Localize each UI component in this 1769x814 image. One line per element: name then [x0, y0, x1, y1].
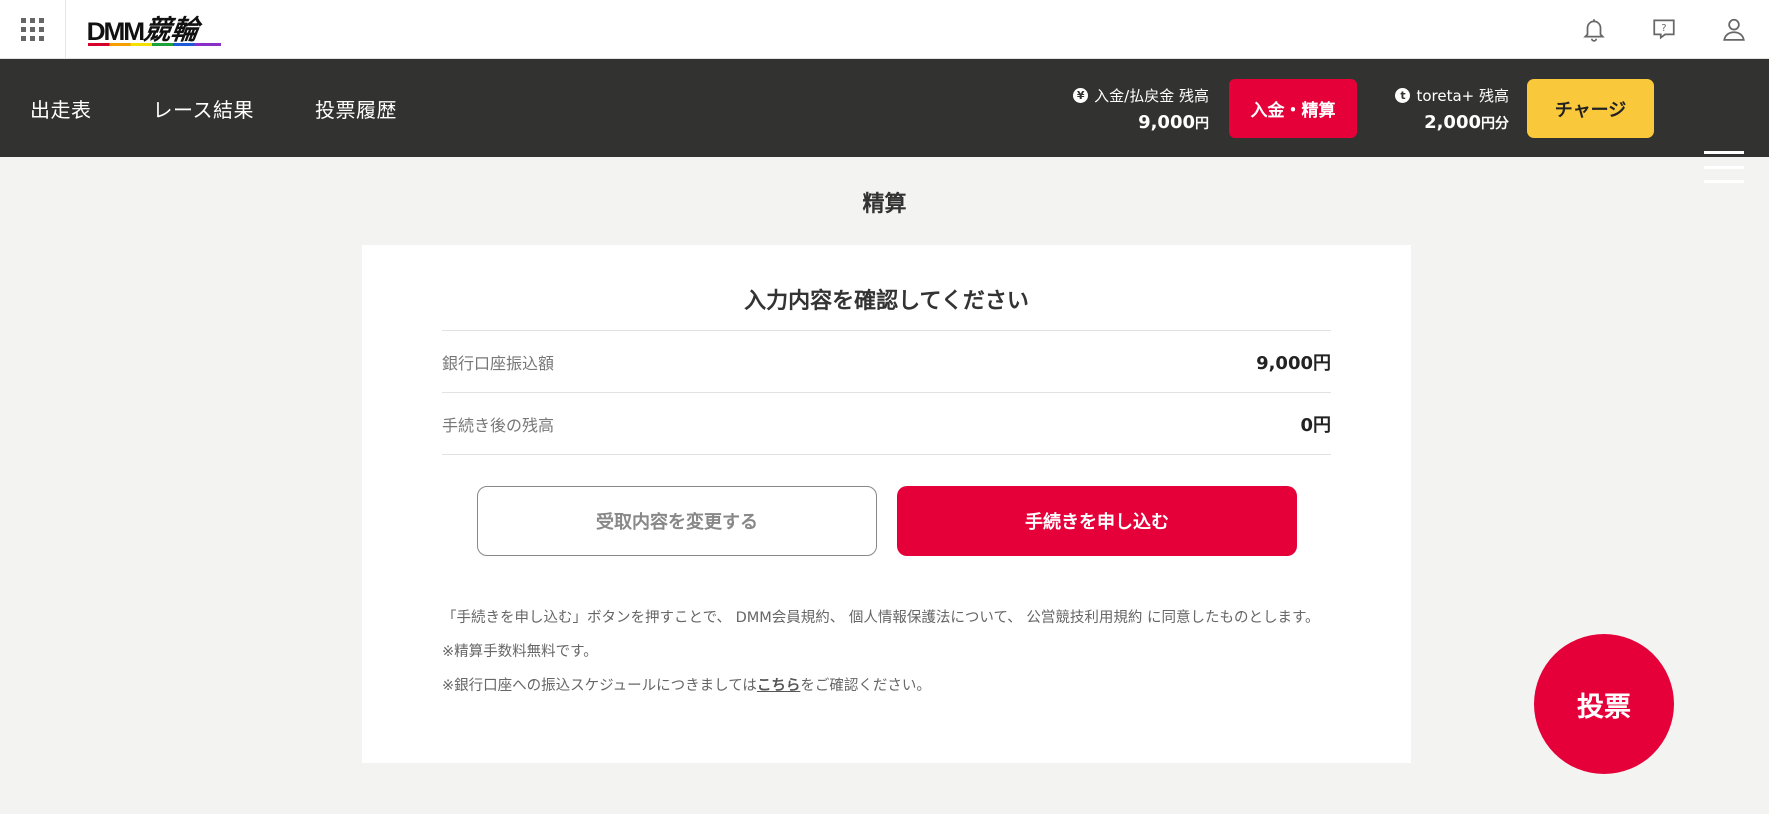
page-title: 精算 — [862, 192, 907, 217]
help-button[interactable]: ? — [1629, 0, 1699, 58]
svg-text:?: ? — [1661, 23, 1666, 34]
note-fee: ※精算手数料無料です。 — [442, 644, 598, 660]
toreta-balance-amount: 2,000 — [1424, 112, 1481, 133]
hamburger-menu-icon[interactable] — [1704, 151, 1744, 183]
logo-dmm-text: DMM — [86, 18, 145, 46]
deposit-balance-amount: 9,000 — [1138, 112, 1195, 133]
deposit-balance-label: 入金/払戻金 残高 — [1094, 87, 1209, 105]
account-button[interactable] — [1699, 0, 1769, 58]
nav-race-card[interactable]: 出走表 — [30, 94, 92, 123]
dmm-keirin-logo[interactable]: DMM 競輪 — [86, 10, 221, 46]
row-label: 手続き後の残高 — [442, 415, 555, 435]
deposit-balance-unit: 円 — [1195, 116, 1209, 132]
confirmation-card: 入力内容を確認してください 銀行口座振込額 9,000円 手続き後の残高 0円 … — [362, 245, 1411, 763]
row-label: 銀行口座振込額 — [442, 353, 555, 373]
nav-betting-history[interactable]: 投票履歴 — [315, 94, 397, 123]
deposit-balance-value: 9,000円 — [1049, 112, 1209, 133]
deposit-settle-button[interactable]: 入金・精算 — [1229, 79, 1357, 138]
row-value: 0円 — [1300, 414, 1331, 436]
logo-keirin-text: 競輪 — [141, 15, 200, 46]
note-schedule: ※銀行口座への振込スケジュールにつきましてはこちらをご確認ください。 — [442, 675, 1331, 698]
schedule-link[interactable]: こちら — [757, 678, 801, 694]
nav-race-results[interactable]: レース結果 — [153, 94, 255, 123]
user-icon — [1723, 18, 1745, 41]
top-bar: DMM 競輪 ? — [0, 0, 1769, 59]
logo-color-stripe — [88, 43, 221, 46]
deposit-balance: ¥ 入金/払戻金 残高 9,000円 — [1049, 85, 1209, 133]
notifications-button[interactable] — [1559, 0, 1629, 58]
help-icon: ? — [1653, 19, 1675, 40]
nav-links: 出走表 レース結果 投票履歴 — [30, 59, 458, 157]
vote-floating-button[interactable]: 投票 — [1534, 634, 1674, 774]
note-schedule-post: をご確認ください。 — [800, 678, 931, 694]
change-receipt-button[interactable]: 受取内容を変更する — [477, 486, 877, 556]
charge-button[interactable]: チャージ — [1527, 79, 1654, 138]
toreta-balance-label-row: t toreta+ 残高 — [1359, 85, 1509, 106]
notes: 「手続きを申し込む」ボタンを押すことで、 DMM会員規約、 個人情報保護法につい… — [442, 607, 1331, 709]
toreta-balance-value: 2,000円分 — [1359, 112, 1509, 133]
bell-icon — [1583, 19, 1605, 42]
toreta-balance: t toreta+ 残高 2,000円分 — [1359, 85, 1509, 133]
note-schedule-pre: ※銀行口座への振込スケジュールにつきましては — [442, 678, 757, 694]
confirmation-table: 銀行口座振込額 9,000円 手続き後の残高 0円 — [442, 330, 1331, 455]
card-title: 入力内容を確認してください — [744, 289, 1029, 314]
toreta-balance-unit: 円分 — [1481, 116, 1509, 132]
toreta-coin-icon: t — [1395, 88, 1411, 103]
note-agreement: 「手続きを申し込む」ボタンを押すことで、 DMM会員規約、 個人情報保護法につい… — [442, 610, 1320, 626]
table-row: 銀行口座振込額 9,000円 — [442, 331, 1331, 393]
toreta-balance-label: toreta+ 残高 — [1416, 87, 1509, 105]
top-icons: ? — [1559, 0, 1769, 58]
apply-procedure-button[interactable]: 手続きを申し込む — [897, 486, 1297, 556]
main-nav-bar: 出走表 レース結果 投票履歴 ¥ 入金/払戻金 残高 9,000円 t tore… — [0, 59, 1769, 183]
apps-grid-button[interactable] — [0, 0, 66, 58]
deposit-balance-label-row: ¥ 入金/払戻金 残高 — [1049, 85, 1209, 106]
row-value: 9,000円 — [1256, 352, 1331, 374]
yen-coin-icon: ¥ — [1073, 88, 1089, 103]
apps-grid-icon — [21, 17, 44, 41]
table-row: 手続き後の残高 0円 — [442, 393, 1331, 455]
